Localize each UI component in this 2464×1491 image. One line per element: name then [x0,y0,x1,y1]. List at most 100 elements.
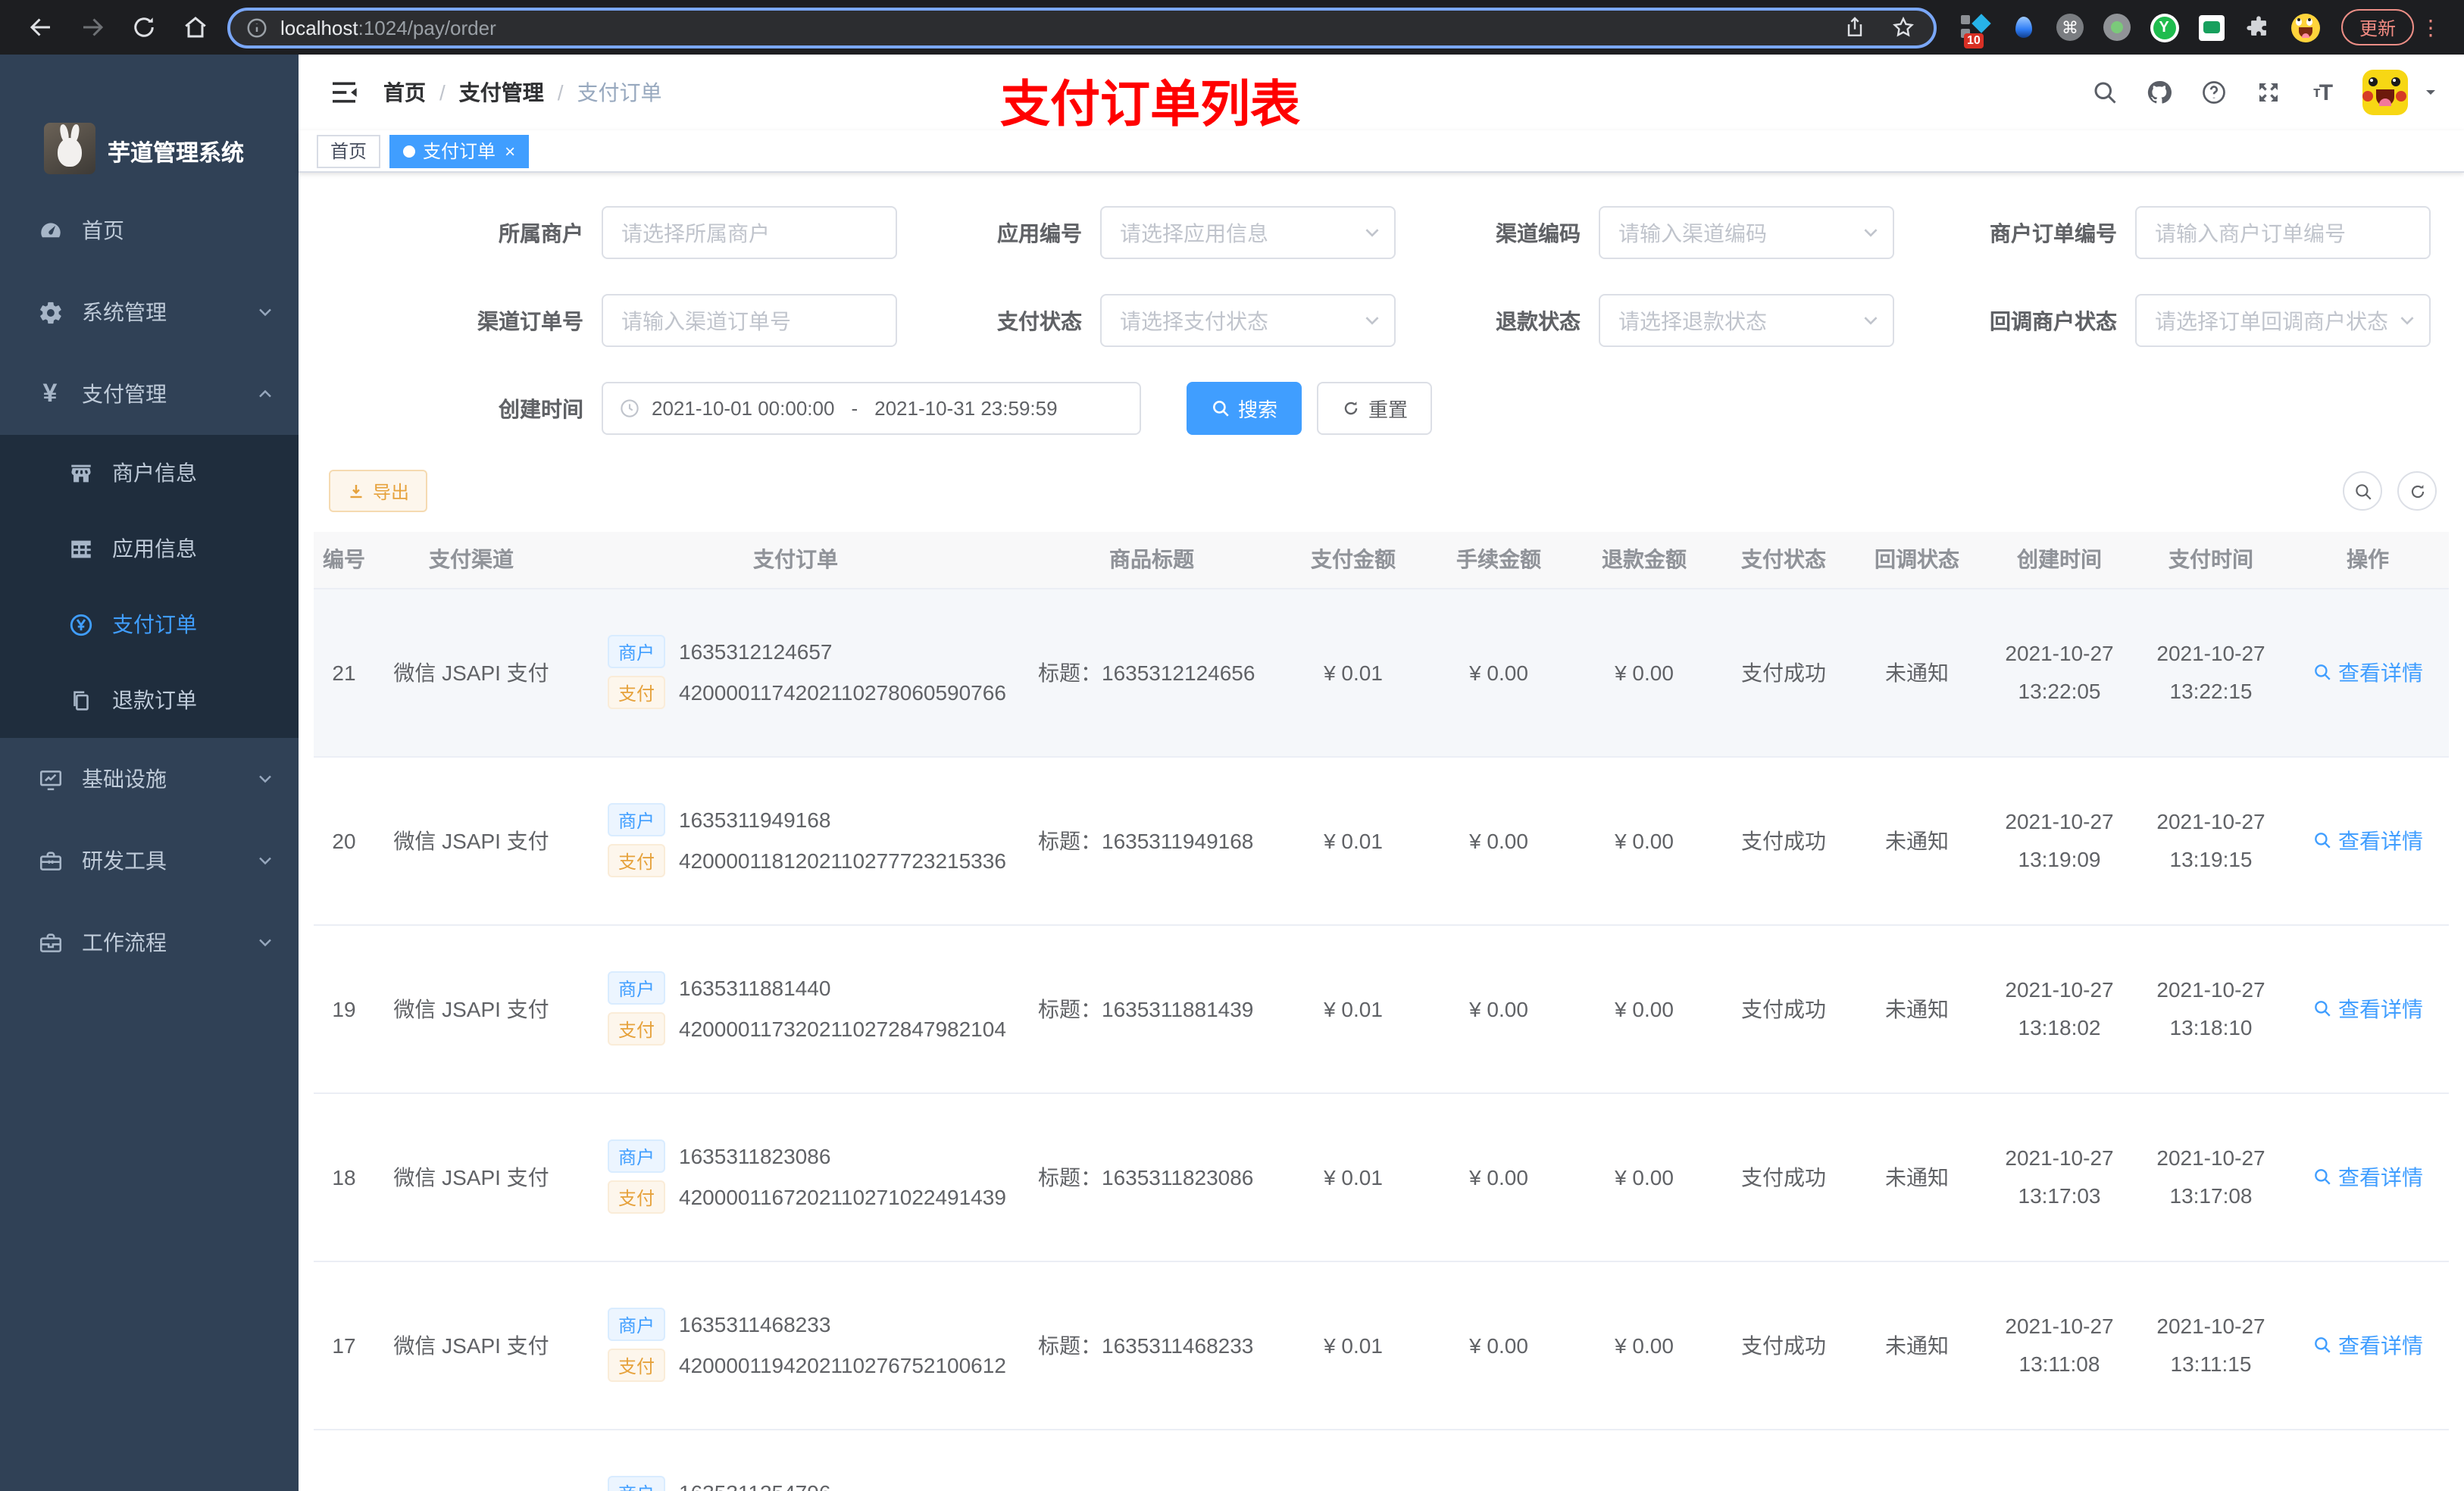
map-pin-icon[interactable] [2008,12,2038,42]
sidebar-item-refund-order[interactable]: 退款订单 [0,662,299,738]
font-size-icon[interactable]: тT [2308,78,2337,107]
filter-label: 支付状态 [997,308,1082,333]
notify-status-select[interactable]: 请选择订单回调商户状态 [2135,294,2431,347]
table-row: 19 微信 JSAPI 支付 商户 1635311881440 支付 4200001173… [314,924,2449,1093]
caret-down-icon[interactable] [2422,83,2440,102]
merchant-order-no: 1635311468233 [679,1312,831,1336]
merchant-order-no: 1635311949168 [679,808,831,832]
sidebar-item-label: 基础设施 [82,767,167,791]
cell-amount: ¥ 0.01 [1280,588,1426,757]
merchant-no-tag: 商户 [608,635,666,668]
logo-image [44,123,95,174]
cell-created: 2021-10-27 13:18:02 [1984,924,2135,1093]
tab-tag[interactable]: 首页× [317,134,381,167]
yen-icon: ¥ [42,379,58,408]
breadcrumb-item[interactable]: 支付管理 [459,77,544,108]
cell-refund: ¥ 0.00 [1571,588,1717,757]
search-button[interactable]: 搜索 [1187,382,1302,435]
view-detail-link[interactable]: 查看详情 [2312,1330,2423,1360]
app-logo[interactable]: 芋道管理系统 [0,55,299,189]
cell-notify: 未通知 [1850,1092,1984,1261]
y-logo-icon[interactable]: Y [2149,12,2179,42]
help-icon[interactable] [2199,78,2228,107]
merchant-input[interactable] [602,206,897,259]
cell-fee: ¥ 0.00 [1426,756,1571,925]
view-detail-link[interactable]: 查看详情 [2312,1161,2423,1192]
chat-icon[interactable] [2196,12,2226,42]
fullscreen-icon[interactable] [2253,78,2282,107]
create-time-range-picker[interactable]: 2021-10-01 00:00:00 - 2021-10-31 23:59:5… [602,382,1141,435]
reset-button[interactable]: 重置 [1317,382,1433,435]
hamburger-icon[interactable] [329,77,359,108]
app-no-select[interactable]: 请选择应用信息 [1100,206,1396,259]
sidebar-item-system[interactable]: 系统管理 [0,271,299,353]
table-row: 17 微信 JSAPI 支付 商户 1635311468233 支付 4200001194… [314,1261,2449,1430]
browser-chrome: localhost:1024/pay/order 10 ⌘ Y 更新 ⋮ [0,0,2464,55]
info-icon[interactable] [242,14,270,41]
sidebar-item-workflow[interactable]: 工作流程 [0,902,299,983]
close-icon[interactable]: × [505,142,515,160]
sidebar-item-payment[interactable]: ¥ 支付管理 [0,353,299,435]
cell-pay-order: 商户 1635311949168 支付 42000011812021102777232… [568,756,1023,925]
briefcase-icon [36,929,64,956]
merchant-order-no-input[interactable] [2135,206,2431,259]
sidebar-item-dev-tools[interactable]: 研发工具 [0,820,299,902]
refresh-button[interactable] [2397,471,2437,511]
merchant-order-no: 1635311823086 [679,1144,831,1168]
sidebar-item-pay-order[interactable]: 支付订单 [0,586,299,662]
sidebar-item-label: 商户信息 [112,461,197,485]
filter-field-merchant: 所属商户 [405,206,897,259]
tab-tag[interactable]: 支付订单 × [389,134,530,167]
export-button[interactable]: 导出 [329,470,428,512]
avatar[interactable] [2362,70,2408,115]
sidebar-item-app-info[interactable]: 应用信息 [0,511,299,586]
search-icon[interactable] [2090,78,2118,107]
toggle-search-button[interactable] [2343,471,2382,511]
view-detail-link[interactable]: 查看详情 [2312,993,2423,1024]
cell-created: 2021-10-27 13:11:08 [1984,1261,2135,1430]
cell-channel [374,1429,568,1491]
chevron-down-icon [256,770,274,788]
update-button[interactable]: 更新 [2341,9,2415,45]
command-icon[interactable]: ⌘ [2055,12,2085,42]
view-detail-link[interactable]: 查看详情 [2312,825,2423,855]
emoji-icon[interactable] [2290,12,2320,42]
browser-menu-icon[interactable]: ⋮ [2420,14,2441,40]
content: 所属商户应用编号请选择应用信息渠道编码请输入渠道编码商户订单编号渠道订单号支付状… [299,173,2464,1491]
back-icon[interactable] [26,12,56,42]
cell-fee: ¥ 0.00 [1426,588,1571,757]
column-header: 回调状态 [1850,532,1984,589]
pay-no-tag: 支付 [608,1180,666,1214]
cell-id: 19 [314,924,374,1093]
share-icon[interactable] [1840,12,1870,42]
cell-pay-order: 商户 1635311823086 支付 42000011672021102710224… [568,1092,1023,1261]
channel-code-select[interactable]: 请输入渠道编码 [1599,206,1894,259]
channel-order-no-input[interactable] [602,294,897,347]
cell-status [1717,1429,1850,1491]
home-icon[interactable] [180,12,211,42]
column-header: 支付状态 [1717,532,1850,589]
status-dot-icon[interactable] [2102,12,2132,42]
view-detail-link[interactable]: 查看详情 [2312,657,2423,687]
select-placeholder: 请选择支付状态 [1120,308,1268,333]
active-dot [403,145,416,157]
forward-icon[interactable] [77,12,108,42]
select-placeholder: 请选择退款状态 [1618,308,1767,333]
bookmark-star-icon[interactable] [1888,12,1918,42]
pay-status-select[interactable]: 请选择支付状态 [1100,294,1396,347]
monitor-icon [36,765,64,792]
column-header: 商品标题 [1023,532,1280,589]
cell-fee: ¥ 0.00 [1426,1092,1571,1261]
puzzle-icon[interactable] [2243,12,2273,42]
breadcrumb-item[interactable]: 首页 [383,77,426,108]
reload-icon[interactable] [129,12,159,42]
sidebar-item-home[interactable]: 首页 [0,189,299,271]
github-icon[interactable] [2144,78,2173,107]
sidebar-item-merchant-info[interactable]: 商户信息 [0,435,299,511]
cell-status: 支付成功 [1717,1261,1850,1430]
breadcrumb-separator: / [557,80,564,105]
tab-manager-icon[interactable]: 10 [1961,12,1991,48]
url-bar[interactable]: localhost:1024/pay/order [227,7,1937,48]
refund-status-select[interactable]: 请选择退款状态 [1599,294,1894,347]
sidebar-item-infrastructure[interactable]: 基础设施 [0,738,299,820]
